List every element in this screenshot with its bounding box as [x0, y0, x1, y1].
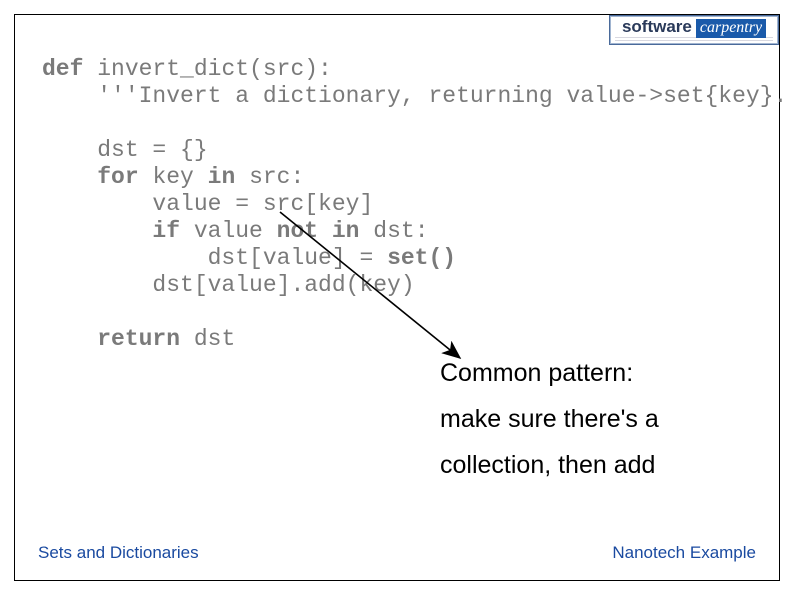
kw-in: in: [208, 164, 236, 190]
code-line-5e: src:: [235, 164, 304, 190]
annotation-line-1: Common pattern:: [440, 350, 760, 396]
code-line-2: '''Invert a dictionary, returning value-…: [42, 83, 787, 109]
kw-if: if: [152, 218, 180, 244]
code-line-6: value = src[key]: [42, 191, 373, 217]
annotation-line-2: make sure there's a: [440, 396, 760, 442]
logo-word-carpentry: carpentry: [696, 19, 766, 38]
code-line-4: dst = {}: [42, 137, 208, 163]
code-block: def invert_dict(src): '''Invert a dictio…: [42, 56, 787, 353]
kw-set: set(): [387, 245, 456, 271]
code-line-5a: [42, 164, 97, 190]
logo-text: software carpentry: [615, 17, 773, 38]
footer-right: Nanotech Example: [612, 543, 756, 563]
code-line-8a: dst[value] =: [42, 245, 387, 271]
kw-def: def: [42, 56, 83, 82]
code-line-7e: dst:: [359, 218, 428, 244]
code-line-11c: dst: [180, 326, 235, 352]
code-line-7a: [42, 218, 152, 244]
kw-return: return: [97, 326, 180, 352]
kw-for: for: [97, 164, 138, 190]
software-carpentry-logo: software carpentry: [609, 15, 779, 45]
logo-word-software: software: [622, 17, 692, 37]
slide: software carpentry def invert_dict(src):…: [0, 0, 794, 595]
code-line-7c: value: [180, 218, 277, 244]
annotation-text: Common pattern: make sure there's a coll…: [440, 350, 760, 488]
code-line-11a: [42, 326, 97, 352]
code-line-1b: invert_dict(src):: [83, 56, 331, 82]
kw-notin: not in: [277, 218, 360, 244]
footer-left: Sets and Dictionaries: [38, 543, 199, 563]
code-line-9: dst[value].add(key): [42, 272, 415, 298]
annotation-line-3: collection, then add: [440, 442, 760, 488]
code-line-5c: key: [139, 164, 208, 190]
